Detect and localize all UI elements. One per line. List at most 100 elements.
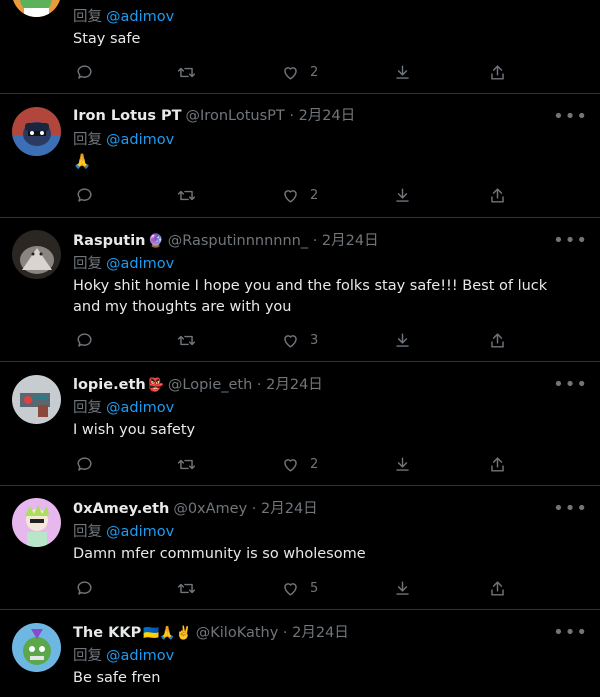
action-bar: 3 xyxy=(73,328,533,352)
tweet[interactable]: lopie.eth 👺 @Lopie_eth · 2月24日 ••• 回复 @adim… xyxy=(0,362,600,486)
avatar[interactable] xyxy=(12,498,61,547)
download-button[interactable] xyxy=(393,60,412,84)
display-name[interactable]: Rasputin xyxy=(73,233,146,249)
reply-button[interactable] xyxy=(75,60,94,84)
avatar-image xyxy=(12,375,61,424)
more-options-button[interactable]: ••• xyxy=(553,624,588,642)
heart-icon xyxy=(284,334,297,348)
handle-and-date[interactable]: @IronLotusPT · 2月24日 xyxy=(186,108,356,124)
download-icon xyxy=(396,580,409,595)
reply-mention-link[interactable]: @adimov xyxy=(106,648,174,664)
download-icon xyxy=(396,64,409,79)
share-icon xyxy=(491,580,504,596)
handle-and-date[interactable]: @Lopie_eth · 2月24日 xyxy=(168,377,323,393)
share-button[interactable] xyxy=(488,60,507,84)
tweet[interactable]: The KKP 🇺🇦🙏✌️ @KiloKathy · 2月24日 ••• 回复 @ad… xyxy=(0,610,600,697)
tweet-header: 0xAmey.eth @0xAmey · 2月24日 xyxy=(73,498,318,520)
action-bar: 2 xyxy=(73,452,533,476)
reply-icon xyxy=(77,64,92,79)
like-count: 2 xyxy=(310,64,319,80)
avatar[interactable] xyxy=(12,0,61,17)
tweet-header: Iron Lotus PT @IronLotusPT · 2月24日 xyxy=(73,105,355,127)
share-icon xyxy=(491,187,504,203)
tweet-text: Damn mfer community is so wholesome xyxy=(73,546,366,562)
retweet-button[interactable] xyxy=(177,452,196,476)
retweet-button[interactable] xyxy=(177,60,196,84)
share-icon xyxy=(491,332,504,348)
reply-prefix: 回复 xyxy=(73,400,102,416)
display-name[interactable]: The KKP xyxy=(73,625,141,641)
retweet-icon xyxy=(177,459,196,469)
display-name[interactable]: 0xAmey.eth xyxy=(73,501,169,517)
share-button[interactable] xyxy=(488,328,507,352)
like-button[interactable]: 2 xyxy=(281,183,318,207)
tweet[interactable]: Iron Lotus PT @IronLotusPT · 2月24日 ••• 回复… xyxy=(0,94,600,218)
reply-context: 回复 @adimov xyxy=(73,129,174,151)
download-button[interactable] xyxy=(393,328,412,352)
tweet[interactable]: Rasputin 🔮 @Rasputinnnnnnn_ · 2月24日 ••• 回复… xyxy=(0,218,600,362)
tweet-text: Be safe fren xyxy=(73,670,161,686)
action-bar: 5 xyxy=(73,576,533,600)
download-button[interactable] xyxy=(393,452,412,476)
like-button[interactable]: 5 xyxy=(281,576,318,600)
share-button[interactable] xyxy=(488,183,507,207)
reply-mention-link[interactable]: @adimov xyxy=(106,9,174,25)
more-options-button[interactable]: ••• xyxy=(553,500,588,518)
avatar[interactable] xyxy=(12,107,61,156)
more-options-button[interactable]: ••• xyxy=(553,232,588,250)
like-count: 5 xyxy=(310,580,319,596)
avatar[interactable] xyxy=(12,623,61,672)
like-button[interactable]: 2 xyxy=(281,452,318,476)
reply-mention-link[interactable]: @adimov xyxy=(106,400,174,416)
retweet-icon xyxy=(177,67,196,77)
display-name[interactable]: Iron Lotus PT xyxy=(73,108,182,124)
tweet[interactable]: 0xAmey.eth @0xAmey · 2月24日 ••• 回复 @adimov … xyxy=(0,486,600,610)
reply-prefix: 回复 xyxy=(73,9,102,25)
avatar-image xyxy=(12,107,61,156)
download-icon xyxy=(396,332,409,347)
reply-button[interactable] xyxy=(75,328,94,352)
handle-and-date[interactable]: @KiloKathy · 2月24日 xyxy=(196,625,349,641)
more-options-button[interactable]: ••• xyxy=(553,376,588,394)
reply-mention-link[interactable]: @adimov xyxy=(106,256,174,272)
display-name[interactable]: lopie.eth xyxy=(73,377,146,393)
tweet-header: The KKP 🇺🇦🙏✌️ @KiloKathy · 2月24日 xyxy=(73,622,349,644)
retweet-icon xyxy=(177,583,196,593)
reply-prefix: 回复 xyxy=(73,524,102,540)
handle-and-date[interactable]: @Rasputinnnnnnn_ · 2月24日 xyxy=(168,233,379,249)
reply-icon xyxy=(77,332,92,347)
reply-context: 回复 @adimov xyxy=(73,521,174,543)
retweet-icon xyxy=(177,335,196,345)
reply-button[interactable] xyxy=(75,183,94,207)
reply-icon xyxy=(77,580,92,595)
like-button[interactable]: 3 xyxy=(281,328,318,352)
avatar-image xyxy=(12,230,61,279)
like-count: 3 xyxy=(310,332,319,348)
retweet-button[interactable] xyxy=(177,576,196,600)
action-bar: 2 xyxy=(73,60,533,84)
more-options-button[interactable]: ••• xyxy=(553,108,588,126)
name-emoji-badge: 🇺🇦🙏✌️ xyxy=(143,626,192,641)
share-button[interactable] xyxy=(488,576,507,600)
share-button[interactable] xyxy=(488,452,507,476)
reply-button[interactable] xyxy=(75,452,94,476)
reply-mention-link[interactable]: @adimov xyxy=(106,132,174,148)
download-button[interactable] xyxy=(393,576,412,600)
avatar[interactable] xyxy=(12,230,61,279)
share-icon xyxy=(491,64,504,80)
retweet-button[interactable] xyxy=(177,328,196,352)
handle-and-date[interactable]: @0xAmey · 2月24日 xyxy=(173,501,317,517)
avatar-image xyxy=(12,623,61,672)
download-button[interactable] xyxy=(393,183,412,207)
retweet-button[interactable] xyxy=(177,183,196,207)
reply-icon xyxy=(77,456,92,471)
like-button[interactable]: 2 xyxy=(281,60,318,84)
share-icon xyxy=(491,456,504,472)
avatar[interactable] xyxy=(12,375,61,424)
tweet[interactable]: 回复 @adimov Stay safe 2 xyxy=(0,0,600,94)
reply-button[interactable] xyxy=(75,576,94,600)
reply-context: 回复 @adimov xyxy=(73,253,174,275)
reply-mention-link[interactable]: @adimov xyxy=(106,524,174,540)
tweet-text: I wish you safety xyxy=(73,422,196,438)
action-bar: 2 xyxy=(73,183,533,207)
